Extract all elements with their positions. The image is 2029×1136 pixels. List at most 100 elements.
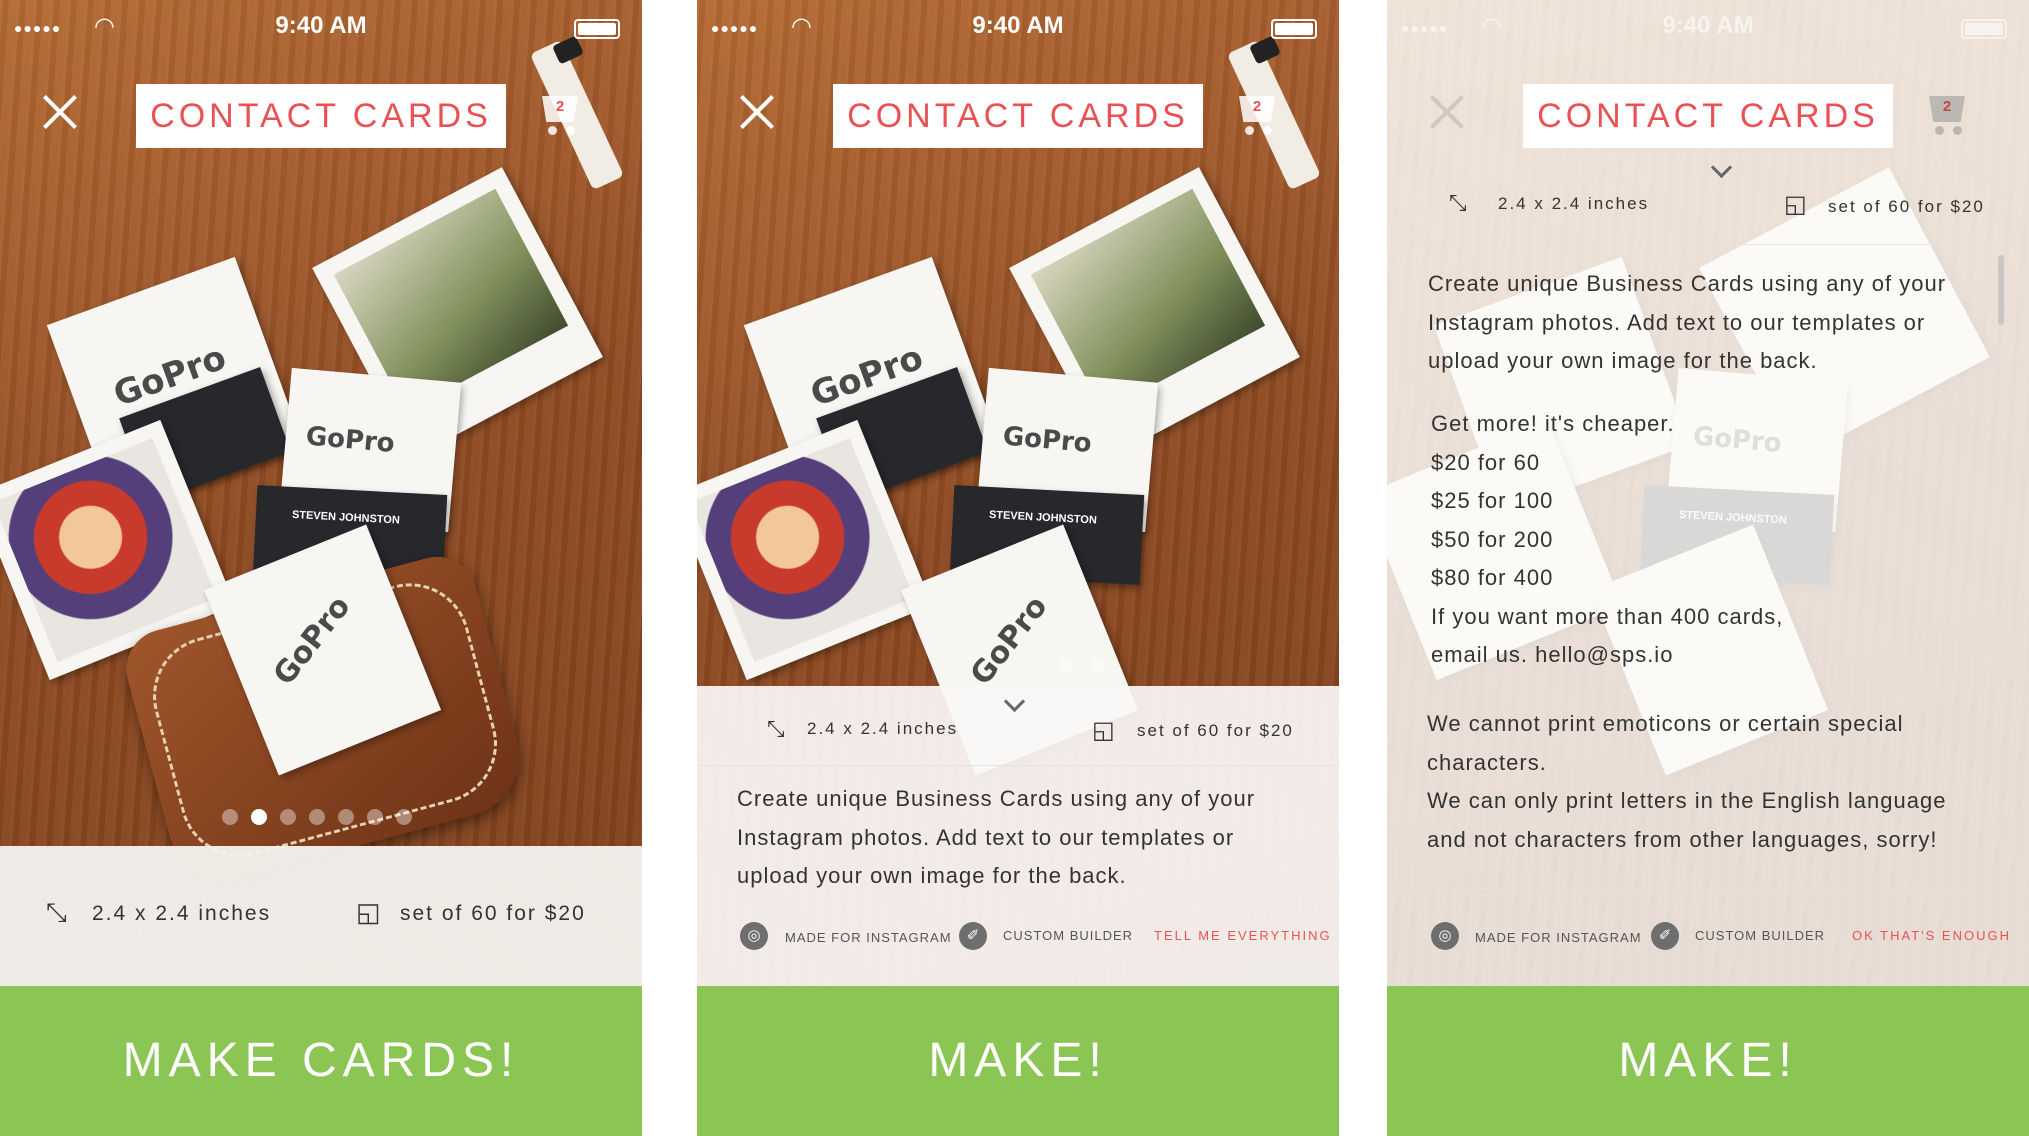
cart-wheel <box>1263 126 1272 135</box>
note-line: We can only print letters in the English… <box>1427 788 1947 813</box>
card-stack-icon: ◱ <box>1092 717 1115 744</box>
make-label: MAKE! <box>928 1034 1108 1087</box>
cart-icon[interactable]: 2 <box>538 96 582 140</box>
pricing-list: Get more! it's cheaper. $20 for 60 $25 f… <box>1431 405 1783 675</box>
make-button[interactable]: MAKE! <box>697 986 1339 1136</box>
pricing-line: $20 for 60 <box>1431 449 1541 475</box>
cart-wheel <box>1245 126 1254 135</box>
carousel-dot[interactable] <box>396 809 412 825</box>
hammer-icon: ✐ <box>959 922 987 950</box>
ok-thats-enough-link[interactable]: OK THAT'S ENOUGH <box>1852 928 2011 943</box>
cart-icon[interactable]: 2 <box>1925 96 1969 140</box>
size-spec: 2.4 x 2.4 inches <box>92 902 272 925</box>
card-name: STEVEN JOHNSTON <box>988 508 1098 527</box>
make-cards-label: MAKE CARDS! <box>122 1034 520 1087</box>
status-bar: ●●●●● ◠ 9:40 AM <box>697 0 1339 52</box>
instagram-icon: ◎ <box>1431 922 1459 950</box>
page-title: CONTACT CARDS <box>150 97 492 135</box>
description-line: Create unique Business Cards using any o… <box>1428 271 1947 296</box>
description-line: Instagram photos. Add text to our templa… <box>737 824 1235 850</box>
clock: 9:40 AM <box>275 12 367 39</box>
cart-icon[interactable]: 2 <box>1235 96 1279 140</box>
card-stack-icon: ◱ <box>356 897 381 927</box>
note-line: We cannot print emoticons or certain spe… <box>1427 711 1904 736</box>
cart-count-badge: 2 <box>1942 98 1952 115</box>
pricing-line: If you want more than 400 cards, <box>1431 603 1784 629</box>
cart-count-badge: 2 <box>555 98 565 115</box>
divider <box>697 765 1339 766</box>
carousel-dot[interactable] <box>280 809 296 825</box>
details-panel: ⤡ 2.4 x 2.4 inches ◱ set of 60 for $20 C… <box>697 686 1339 986</box>
page-title-box: CONTACT CARDS <box>833 84 1203 148</box>
status-bar: ●●●●● ◠ 9:40 AM <box>1387 0 2029 52</box>
make-label: MAKE! <box>1618 1034 1798 1087</box>
battery-icon <box>1271 19 1317 39</box>
page-title: CONTACT CARDS <box>847 97 1189 135</box>
product-description: Create unique Business Cards using any o… <box>1428 265 1946 381</box>
resize-arrow-icon: ⤡ <box>767 716 785 741</box>
feature-instagram: MADE FOR INSTAGRAM <box>1475 930 1642 945</box>
description-line: Instagram photos. Add text to our templa… <box>1428 309 1926 335</box>
close-icon[interactable] <box>1427 92 1467 132</box>
product-description: Create unique Business Cards using any o… <box>737 780 1255 896</box>
feature-instagram: MADE FOR INSTAGRAM <box>785 930 952 945</box>
feature-builder: CUSTOM BUILDER <box>1695 928 1826 943</box>
divider <box>1387 888 2029 889</box>
close-icon[interactable] <box>737 92 777 132</box>
card-name: STEVEN JOHNSTON <box>291 508 401 527</box>
cart-wheel <box>1953 126 1962 135</box>
page-title: CONTACT CARDS <box>1537 97 1879 135</box>
description-line: upload your own image for the back. <box>1428 348 1818 373</box>
tell-me-everything-link[interactable]: TELL ME EVERYTHING <box>1154 928 1332 943</box>
carousel-dot[interactable] <box>309 809 325 825</box>
carousel-dot[interactable] <box>251 809 267 825</box>
card-brand: GoPro <box>304 421 396 460</box>
screen-product-overview: GoPro GoPro STEVEN JOHNSTON GoPro ●●●●● … <box>0 0 642 1136</box>
divider <box>1387 244 2029 245</box>
pricing-line: Get more! it's cheaper. <box>1431 411 1675 436</box>
pricing-line: email us. hello@sps.io <box>1431 642 1674 667</box>
pricing-line: $25 for 100 <box>1431 488 1554 513</box>
resize-arrow-icon: ⤡ <box>1449 190 1467 215</box>
note-line: and not characters from other languages,… <box>1427 826 1938 852</box>
close-icon[interactable] <box>40 92 80 132</box>
carousel-dot[interactable] <box>1057 658 1073 674</box>
price-spec: set of 60 for $20 <box>400 902 586 925</box>
cart-wheel <box>548 126 557 135</box>
page-title-box: CONTACT CARDS <box>136 84 506 148</box>
note-line: characters. <box>1427 749 1547 775</box>
card-stack-icon: ◱ <box>1784 191 1807 218</box>
description-line: upload your own image for the back. <box>737 863 1127 888</box>
hammer-icon: ✐ <box>1651 922 1679 950</box>
carousel-dot[interactable] <box>222 809 238 825</box>
battery-icon <box>574 19 620 39</box>
card-brand: GoPro <box>1001 421 1093 460</box>
chevron-down-icon[interactable] <box>1000 700 1028 714</box>
make-button[interactable]: MAKE! <box>1387 986 2029 1136</box>
price-spec: set of 60 for $20 <box>1828 197 1985 216</box>
price-spec: set of 60 for $20 <box>1137 721 1294 740</box>
cart-count-badge: 2 <box>1252 98 1262 115</box>
carousel-dot[interactable] <box>338 809 354 825</box>
description-line: Create unique Business Cards using any o… <box>737 786 1256 811</box>
size-spec: 2.4 x 2.4 inches <box>807 719 959 738</box>
battery-icon <box>1961 19 2007 39</box>
carousel-dot[interactable] <box>1089 658 1105 674</box>
screen-product-full-details: GoPro STEVEN JOHNSTON ●●●●● ◠ 9:40 AM CO… <box>1387 0 2029 1136</box>
instagram-icon: ◎ <box>740 922 768 950</box>
print-notes: We cannot print emoticons or certain spe… <box>1427 705 1946 859</box>
chevron-down-icon[interactable] <box>1707 166 1735 180</box>
status-bar: ●●●●● ◠ 9:40 AM <box>0 0 642 52</box>
cart-wheel <box>566 126 575 135</box>
scrollbar[interactable] <box>1998 255 2004 325</box>
card-brand: GoPro <box>266 589 358 692</box>
carousel-dot[interactable] <box>367 809 383 825</box>
page-title-box: CONTACT CARDS <box>1523 84 1893 148</box>
screen-product-details: GoPro GoPro STEVEN JOHNSTON GoPro ●●●●● … <box>697 0 1339 1136</box>
pricing-line: $80 for 400 <box>1431 565 1554 590</box>
card-brand: GoPro <box>963 589 1055 692</box>
make-cards-button[interactable]: MAKE CARDS! <box>0 986 642 1136</box>
resize-arrow-icon: ⤡ <box>46 897 67 927</box>
pricing-line: $50 for 200 <box>1431 526 1554 552</box>
clock: 9:40 AM <box>1662 12 1754 39</box>
